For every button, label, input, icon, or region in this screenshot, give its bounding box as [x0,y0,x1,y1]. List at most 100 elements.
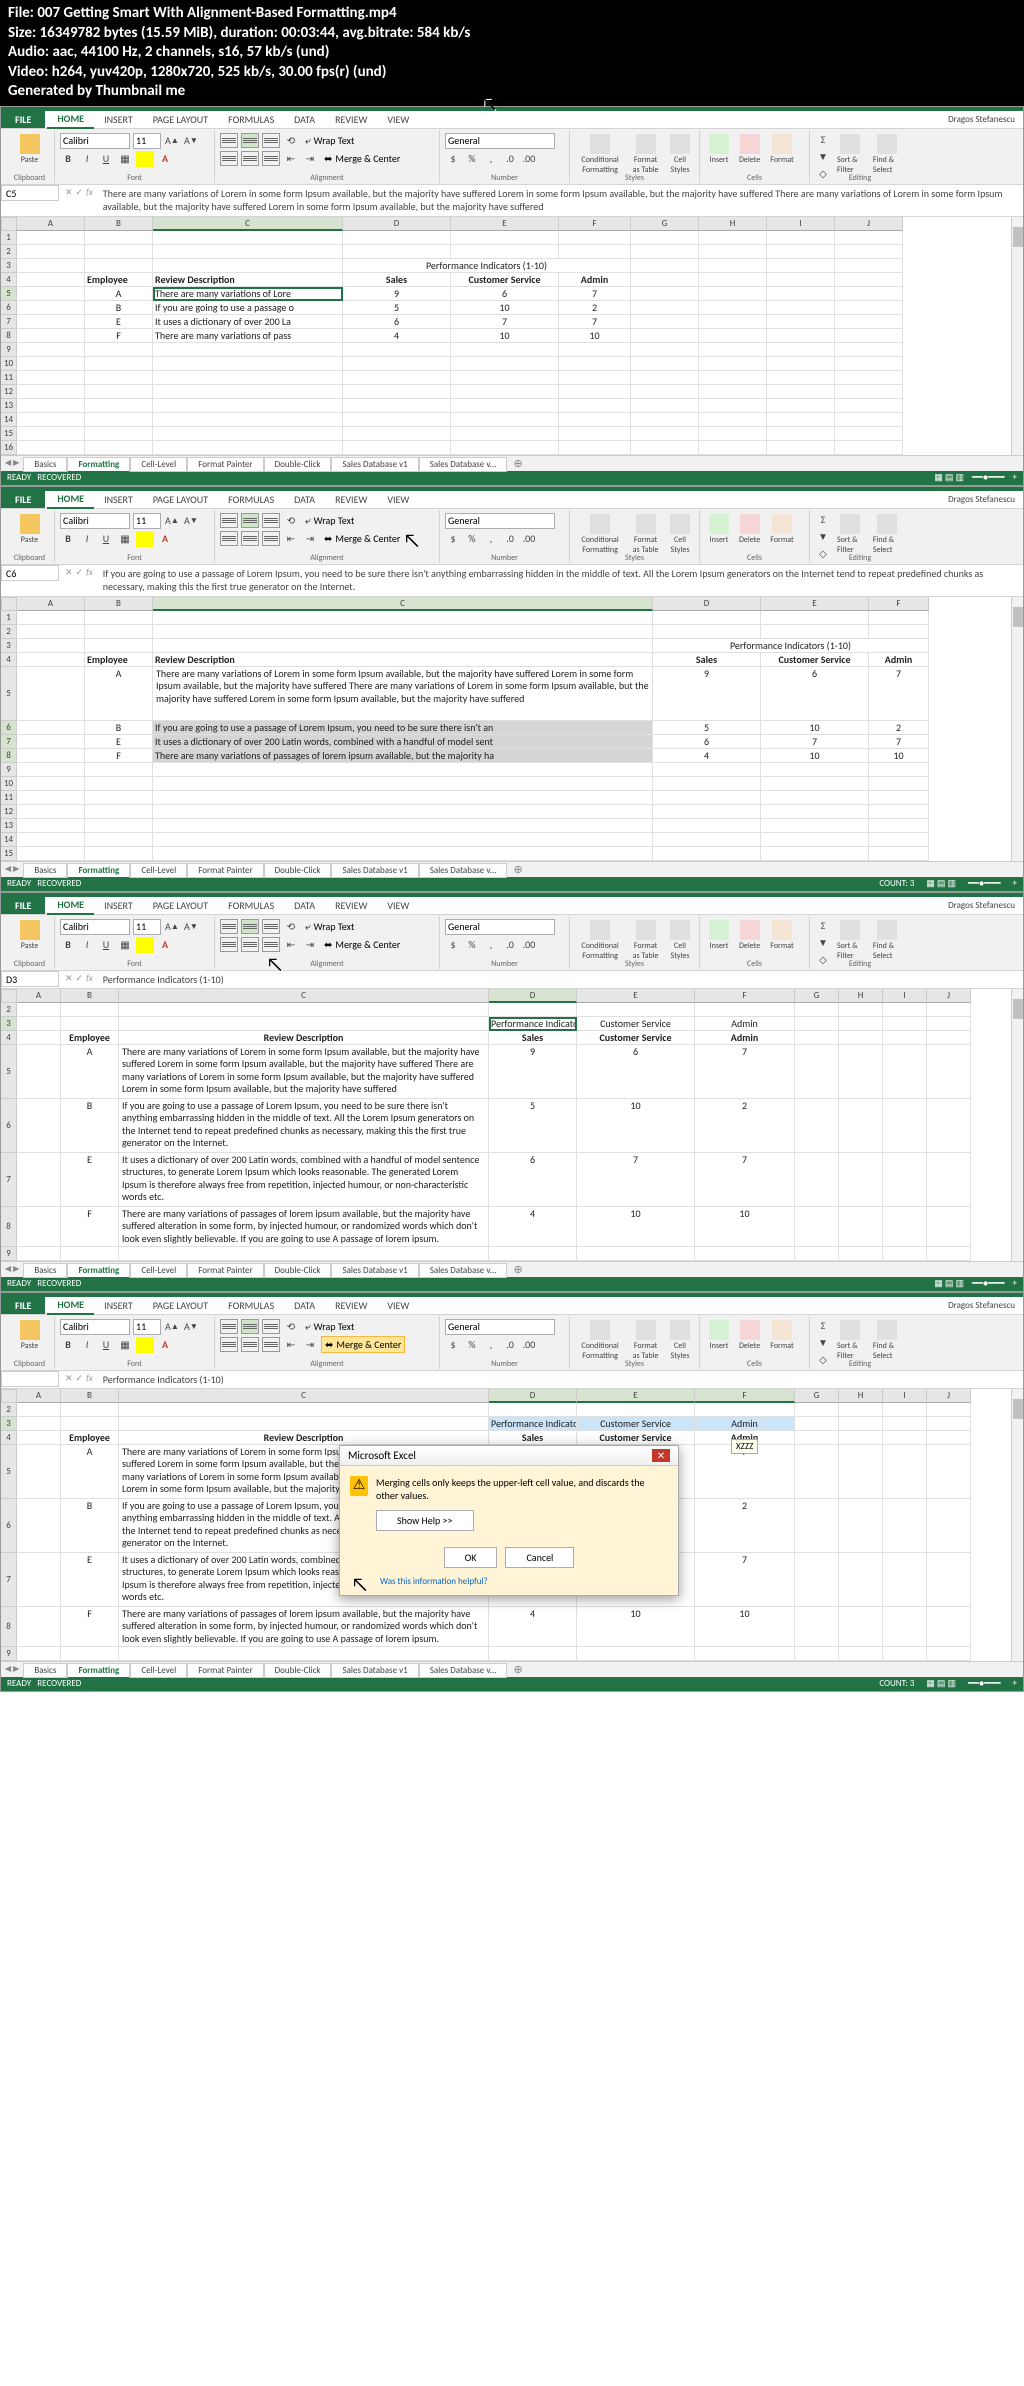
cell[interactable]: 2 [695,1499,795,1553]
col-header[interactable]: E [577,1389,695,1403]
cell[interactable] [835,343,903,357]
tab-insert[interactable]: INSERT [94,111,143,128]
increase-font-icon[interactable]: A▲ [164,513,180,529]
autosum-icon[interactable]: Σ [815,132,831,148]
col-header[interactable]: C [153,597,653,611]
align-center[interactable] [241,151,259,166]
orientation-icon[interactable]: ⟲ [283,1319,299,1335]
bold-button[interactable]: B [60,937,76,953]
cell[interactable] [761,819,869,833]
cell[interactable]: There are many variations of Lore [153,287,343,301]
cell[interactable] [835,413,903,427]
delete-button[interactable]: Delete [735,1318,764,1353]
cell[interactable]: 10 [577,1607,695,1647]
cell[interactable]: Admin [695,1017,795,1031]
col-header[interactable]: A [17,217,85,231]
col-header[interactable]: E [577,989,695,1003]
sheet-tab[interactable]: Basics [23,1263,67,1278]
sheet-tab[interactable]: Sales Database v... [419,1263,508,1278]
align-left[interactable] [220,151,238,166]
number-format-select[interactable] [445,1319,555,1335]
cell[interactable] [17,847,85,861]
cell[interactable] [17,1045,61,1099]
cell[interactable]: It uses a dictionary of over 200 La [153,315,343,329]
add-sheet-icon[interactable]: ⊕ [507,457,528,470]
sheet-tab[interactable]: Sales Database v1 [331,863,418,878]
cell[interactable] [883,1017,927,1031]
cell[interactable] [835,399,903,413]
tab-nav-next-icon[interactable]: ▶ [13,458,19,468]
cell[interactable] [153,343,343,357]
cell[interactable] [883,1417,927,1431]
cell[interactable] [119,1417,489,1431]
cell[interactable] [795,1099,839,1153]
align-bottom[interactable] [262,513,280,528]
cell[interactable] [883,1403,927,1417]
cancel-button[interactable]: Cancel [505,1547,574,1568]
indent-dec-icon[interactable]: ⇤ [283,531,299,547]
cell[interactable] [489,1647,577,1661]
bold-button[interactable]: B [60,151,76,167]
inc-decimal-icon[interactable]: .0 [502,531,518,547]
font-select[interactable] [60,1319,130,1335]
cell[interactable] [153,847,653,861]
paste-button[interactable]: Paste [10,918,49,953]
cell[interactable] [17,1499,61,1553]
cell[interactable] [839,1031,883,1045]
cell[interactable]: E [61,1153,119,1207]
cell[interactable] [17,245,85,259]
cell[interactable]: If you are going to use a passage o [153,301,343,315]
cell[interactable] [85,441,153,455]
cell[interactable]: 7 [869,735,929,749]
align-middle[interactable] [241,1319,259,1334]
cell[interactable] [699,343,767,357]
cell[interactable] [795,1017,839,1031]
cell[interactable] [85,763,153,777]
cell[interactable]: 10 [577,1099,695,1153]
cell[interactable] [577,1647,695,1661]
percent-icon[interactable]: % [464,151,480,167]
sheet-tab[interactable]: Cell-Level [130,1663,187,1678]
cell[interactable] [17,343,85,357]
cell[interactable] [761,791,869,805]
cell[interactable] [17,315,85,329]
cell[interactable]: 4 [489,1607,577,1647]
merge-center-button[interactable]: ⬌Merge & Center [321,151,403,166]
cell[interactable] [631,357,699,371]
cancel-fx-icon[interactable]: ✕ [65,187,73,198]
align-right[interactable] [262,937,280,952]
cell[interactable] [869,763,929,777]
cell[interactable] [631,315,699,329]
bold-button[interactable]: B [60,531,76,547]
cell[interactable]: Sales [343,273,451,287]
paste-button[interactable]: Paste [10,132,49,167]
cell[interactable]: 10 [695,1607,795,1647]
cell[interactable] [839,1207,883,1247]
cell[interactable] [85,833,153,847]
cell[interactable] [699,287,767,301]
view-icons[interactable]: ▦ ▤ ▥ [934,472,964,483]
wrap-text-button[interactable]: ⤶Wrap Text [302,1319,357,1334]
cell[interactable]: There are many variations of Lorem in so… [119,1045,489,1099]
cell[interactable] [927,1017,971,1031]
fill-color-button[interactable] [136,937,154,953]
align-center[interactable] [241,531,259,546]
cell[interactable]: 7 [869,667,929,721]
wrap-text-button[interactable]: ⤶Wrap Text [302,133,357,148]
cell[interactable] [489,1403,577,1417]
cond-format-button[interactable]: Conditional Formatting [575,918,625,963]
cell[interactable] [927,1417,971,1431]
cell[interactable] [839,1099,883,1153]
border-button[interactable]: ▦ [117,151,133,167]
format-table-button[interactable]: Format as Table [627,512,664,557]
cell[interactable] [153,231,343,245]
cell[interactable] [839,1417,883,1431]
cell[interactable]: It uses a dictionary of over 200 Latin w… [119,1153,489,1207]
cell[interactable] [839,1553,883,1607]
inc-decimal-icon[interactable]: .0 [502,151,518,167]
cell[interactable] [653,819,761,833]
cell[interactable]: 10 [869,749,929,763]
underline-button[interactable]: U [98,531,114,547]
indent-dec-icon[interactable]: ⇤ [283,1337,299,1353]
col-header[interactable]: F [695,989,795,1003]
